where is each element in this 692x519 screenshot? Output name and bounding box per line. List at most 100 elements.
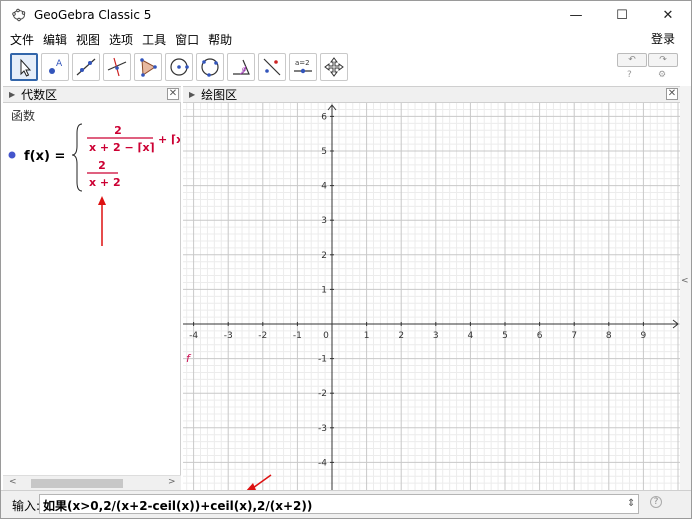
toolbar: A α a=2 ↶ ↷ ? ⚙ <box>1 51 691 85</box>
move-tool-button[interactable] <box>10 53 38 81</box>
move-view-tool-button[interactable] <box>320 53 348 81</box>
reflect-line-icon <box>263 58 281 76</box>
close-algebra-view-button[interactable]: ✕ <box>167 88 179 100</box>
ellipse-tool-button[interactable] <box>196 53 224 81</box>
maximize-button[interactable]: ☐ <box>599 1 645 29</box>
x-tick-label: 8 <box>606 331 612 341</box>
login-link[interactable]: 登录 <box>651 30 675 47</box>
y-tick-label: 6 <box>321 112 327 122</box>
y-tick-label: -1 <box>318 355 327 365</box>
geogebra-logo-icon <box>12 8 26 22</box>
polygon-tool-button[interactable] <box>134 53 162 81</box>
x-tick-label: -2 <box>258 331 267 341</box>
annotation-arrow-up <box>98 196 106 246</box>
window-title: GeoGebra Classic 5 <box>34 8 152 22</box>
slider-icon: a=2 <box>294 59 312 74</box>
perpendicular-tool-button[interactable] <box>103 53 131 81</box>
graphics-view-title: 绘图区 <box>201 88 238 102</box>
reflect-tool-button[interactable] <box>258 53 286 81</box>
input-history-spinner-icon[interactable]: ⇕ <box>627 498 635 509</box>
geogebra-window: GeoGebra Classic 5 — ☐ ✕ 文件 编辑 视图 选项 工具 … <box>0 0 692 519</box>
expand-left-icon[interactable]: < <box>681 276 689 286</box>
graph-canvas[interactable]: -4 -3 -2 -1 0 1 2 3 4 5 6 7 8 9654321-1-2-3-4 f <box>183 103 680 490</box>
minimize-button[interactable]: — <box>553 1 599 29</box>
help-icon[interactable]: ? <box>627 70 632 80</box>
right-side-panel-toggle[interactable]: < <box>680 86 691 490</box>
line-icon <box>76 58 96 76</box>
y-tick-label: 2 <box>321 251 327 261</box>
piece2-numerator: 2 <box>98 159 106 172</box>
svg-text:A: A <box>56 59 63 69</box>
undo-icon: ↶ <box>628 55 636 65</box>
command-input-field[interactable]: 如果(x>0,2/(x+2-ceil(x))+ceil(x),2/(x+2)) <box>39 494 639 514</box>
y-tick-label: 1 <box>321 285 327 295</box>
menu-tools[interactable]: 工具 <box>142 31 166 48</box>
undo-button[interactable]: ↶ <box>617 53 647 67</box>
piece2-denominator: x + 2 <box>89 176 121 189</box>
visibility-toggle-dot[interactable] <box>8 151 16 159</box>
menu-file[interactable]: 文件 <box>10 31 34 48</box>
x-tick-label: 3 <box>433 331 439 341</box>
collapse-triangle-icon[interactable]: ▶ <box>9 90 15 99</box>
redo-icon: ↷ <box>659 55 667 65</box>
svg-text:a=2: a=2 <box>295 59 310 67</box>
gear-icon[interactable]: ⚙ <box>658 70 666 80</box>
circle-three-points-icon <box>201 58 219 77</box>
arrow-head <box>246 483 256 490</box>
menu-edit[interactable]: 编辑 <box>43 31 67 48</box>
x-tick-label: 5 <box>502 331 508 341</box>
title-bar: GeoGebra Classic 5 — ☐ ✕ <box>1 1 691 29</box>
y-tick-label: -4 <box>318 458 327 468</box>
x-tick-label: 7 <box>571 331 577 341</box>
close-button[interactable]: ✕ <box>645 1 691 29</box>
point-icon: A <box>49 59 63 74</box>
collapse-triangle-icon[interactable]: ▶ <box>189 90 195 99</box>
menu-options[interactable]: 选项 <box>109 31 133 48</box>
algebra-view-title: 代数区 <box>21 88 58 102</box>
scrollbar-thumb[interactable] <box>31 479 123 488</box>
algebra-horizontal-scrollbar[interactable]: < > <box>3 475 181 490</box>
x-tick-label: -3 <box>224 331 233 341</box>
polygon-icon <box>140 58 157 77</box>
piece1-suffix: + ⌈x <box>158 133 181 146</box>
pointer-icon <box>20 58 32 77</box>
angle-tool-button[interactable]: α <box>227 53 255 81</box>
circle-tool-button[interactable] <box>165 53 193 81</box>
x-tick-label: 1 <box>364 331 370 341</box>
x-tick-label: 2 <box>398 331 404 341</box>
x-tick-label: -1 <box>293 331 302 341</box>
algebra-formula[interactable]: f(x) = 2 x + 2 − ⌈x⌉ + ⌈x 2 x + 2 <box>3 103 181 475</box>
angle-icon: α <box>233 59 250 75</box>
algebra-view: 函数 f(x) = 2 x + 2 − ⌈x⌉ + ⌈x 2 x + 2 <box>3 103 181 475</box>
x-tick-label: 6 <box>537 331 543 341</box>
menu-bar: 文件 编辑 视图 选项 工具 窗口 帮助 登录 <box>1 29 691 49</box>
y-tick-label: 3 <box>321 216 327 226</box>
scroll-right-icon[interactable]: > <box>168 477 176 487</box>
line-tool-button[interactable] <box>72 53 100 81</box>
scroll-left-icon[interactable]: < <box>9 477 17 487</box>
close-graphics-view-button[interactable]: ✕ <box>666 88 678 100</box>
y-tick-label: -3 <box>318 424 327 434</box>
svg-text:α: α <box>242 66 246 73</box>
y-tick-label: -2 <box>318 389 327 399</box>
perpendicular-line-icon <box>107 57 127 77</box>
point-tool-button[interactable]: A <box>41 53 69 81</box>
x-tick-label: 9 <box>641 331 647 341</box>
redo-button[interactable]: ↷ <box>648 53 678 67</box>
slider-tool-button[interactable]: a=2 <box>289 53 317 81</box>
input-bar: 输入: 如果(x>0,2/(x+2-ceil(x))+ceil(x),2/(x+… <box>1 490 691 518</box>
input-help-icon[interactable]: ? <box>650 496 662 508</box>
algebra-view-header: ▶ 代数区 ✕ <box>3 86 181 103</box>
graphics-view-header: ▶ 绘图区 ✕ <box>183 86 680 103</box>
menu-window[interactable]: 窗口 <box>175 31 199 48</box>
circle-center-point-icon <box>170 58 189 76</box>
x-tick-label: -4 <box>189 331 198 341</box>
piece1-denominator: x + 2 − ⌈x⌉ <box>89 141 155 154</box>
graphics-view[interactable]: -4 -3 -2 -1 0 1 2 3 4 5 6 7 8 9 6 5 4 3 2 1 -1 -2 -3 -4 f <box>183 103 680 490</box>
menu-help[interactable]: 帮助 <box>208 31 232 48</box>
x-tick-label: 0 <box>323 331 329 341</box>
x-tick-label: 4 <box>468 331 474 341</box>
menu-view[interactable]: 视图 <box>76 31 100 48</box>
input-label: 输入: <box>12 499 41 513</box>
piece1-numerator: 2 <box>114 124 122 137</box>
